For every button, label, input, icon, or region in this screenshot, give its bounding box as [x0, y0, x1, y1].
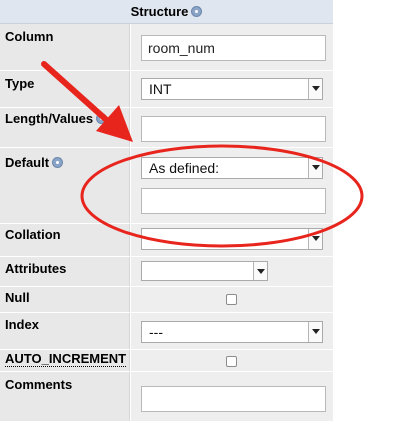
row-column: Column	[0, 24, 333, 70]
structure-header: Structure	[0, 0, 333, 24]
chevron-down-icon	[253, 262, 267, 280]
chevron-down-icon	[308, 322, 322, 342]
structure-title: Structure	[130, 4, 189, 19]
column-label: Column	[5, 29, 54, 44]
chevron-down-icon	[308, 158, 322, 178]
index-label: Index	[5, 317, 39, 332]
row-comments: Comments	[0, 371, 333, 421]
auto-increment-label: AUTO_INCREMENT	[5, 351, 127, 367]
row-collation: Collation	[0, 223, 333, 256]
length-values-input[interactable]	[141, 116, 326, 142]
structure-form: Structure Column Type INT Length/Values …	[0, 0, 333, 424]
row-attributes: Attributes	[0, 256, 333, 286]
default-selected-value: As defined:	[149, 160, 220, 176]
default-label: Default	[5, 155, 50, 170]
index-selected-value: ---	[149, 324, 163, 340]
length-values-label: Length/Values	[5, 111, 94, 126]
type-select[interactable]: INT	[141, 78, 323, 100]
comments-label: Comments	[5, 377, 73, 392]
type-label: Type	[5, 76, 35, 91]
right-blank-area	[333, 0, 403, 424]
comments-input[interactable]	[141, 386, 326, 412]
collation-label: Collation	[5, 227, 61, 242]
null-label: Null	[5, 290, 30, 305]
structure-title-wrap: Structure	[0, 4, 333, 19]
row-default: Default As defined:	[0, 147, 333, 223]
chevron-down-icon	[308, 229, 322, 249]
attributes-label: Attributes	[5, 261, 67, 276]
info-icon[interactable]	[52, 157, 64, 169]
default-value-input[interactable]	[141, 188, 326, 214]
chevron-down-icon	[308, 79, 322, 99]
attributes-select[interactable]	[141, 261, 268, 281]
row-index: Index ---	[0, 312, 333, 349]
info-icon[interactable]	[191, 6, 203, 18]
row-type: Type INT	[0, 70, 333, 107]
row-null: Null	[0, 286, 333, 312]
null-checkbox[interactable]	[226, 294, 237, 305]
info-icon[interactable]	[96, 113, 108, 125]
column-name-input[interactable]	[141, 35, 326, 61]
auto-increment-checkbox[interactable]	[226, 356, 237, 367]
default-select[interactable]: As defined:	[141, 157, 323, 179]
row-auto-increment: AUTO_INCREMENT	[0, 349, 333, 371]
row-length-values: Length/Values	[0, 107, 333, 147]
collation-select[interactable]	[141, 228, 323, 250]
type-selected-value: INT	[149, 81, 172, 97]
index-select[interactable]: ---	[141, 321, 323, 343]
